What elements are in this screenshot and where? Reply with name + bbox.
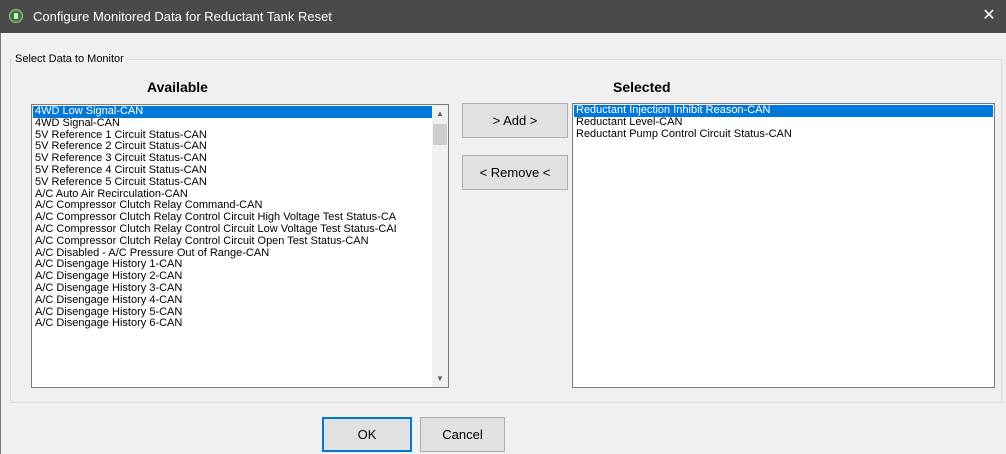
window-title: Configure Monitored Data for Reductant T…: [33, 9, 332, 24]
scroll-up-arrow-icon[interactable]: ▲: [432, 105, 448, 122]
cancel-button[interactable]: Cancel: [420, 417, 505, 452]
app-icon: [9, 9, 23, 23]
list-item[interactable]: 5V Reference 3 Circuit Status-CAN: [33, 153, 432, 165]
available-heading: Available: [147, 79, 208, 95]
selected-list[interactable]: Reductant Injection Inhibit Reason-CAN Re…: [572, 103, 995, 388]
list-item[interactable]: A/C Disengage History 2-CAN: [33, 271, 432, 283]
list-item[interactable]: Reductant Injection Inhibit Reason-CAN: [574, 105, 993, 117]
list-item[interactable]: A/C Disengage History 6-CAN: [33, 318, 432, 330]
selected-items: Reductant Injection Inhibit Reason-CAN Re…: [574, 105, 993, 140]
list-item[interactable]: 5V Reference 2 Circuit Status-CAN: [33, 141, 432, 153]
group-legend: Select Data to Monitor: [13, 53, 126, 65]
window-border: [0, 33, 1, 454]
list-item[interactable]: A/C Disengage History 1-CAN: [33, 259, 432, 271]
list-item[interactable]: 5V Reference 4 Circuit Status-CAN: [33, 165, 432, 177]
list-item[interactable]: A/C Disabled - A/C Pressure Out of Range…: [33, 248, 432, 260]
selected-heading: Selected: [613, 79, 671, 95]
list-item[interactable]: A/C Compressor Clutch Relay Control Circ…: [33, 212, 432, 224]
list-item[interactable]: A/C Compressor Clutch Relay Control Circ…: [33, 236, 432, 248]
close-button[interactable]: ✕: [976, 4, 1002, 28]
list-item[interactable]: 5V Reference 1 Circuit Status-CAN: [33, 130, 432, 142]
list-item[interactable]: Reductant Pump Control Circuit Status-CA…: [574, 129, 993, 141]
list-item[interactable]: 5V Reference 5 Circuit Status-CAN: [33, 177, 432, 189]
list-item[interactable]: A/C Auto Air Recirculation-CAN: [33, 189, 432, 201]
available-list[interactable]: 4WD Low Signal-CAN 4WD Signal-CAN 5V Refer…: [31, 104, 449, 388]
list-item[interactable]: A/C Compressor Clutch Relay Control Circ…: [33, 224, 432, 236]
title-bar: Configure Monitored Data for Reductant T…: [0, 0, 1006, 33]
list-item[interactable]: A/C Disengage History 5-CAN: [33, 307, 432, 319]
scroll-thumb[interactable]: [433, 124, 447, 145]
remove-button[interactable]: < Remove <: [462, 155, 568, 190]
scroll-down-arrow-icon[interactable]: ▼: [432, 370, 448, 387]
list-item[interactable]: A/C Disengage History 3-CAN: [33, 283, 432, 295]
ok-button[interactable]: OK: [322, 417, 412, 452]
list-item[interactable]: 4WD Low Signal-CAN: [33, 106, 432, 118]
list-item[interactable]: 4WD Signal-CAN: [33, 118, 432, 130]
list-item[interactable]: A/C Compressor Clutch Relay Command-CAN: [33, 200, 432, 212]
add-button[interactable]: > Add >: [462, 103, 568, 138]
list-item[interactable]: Reductant Level-CAN: [574, 117, 993, 129]
available-scrollbar[interactable]: ▲ ▼: [432, 105, 448, 387]
list-item[interactable]: A/C Disengage History 4-CAN: [33, 295, 432, 307]
available-items: 4WD Low Signal-CAN 4WD Signal-CAN 5V Refer…: [33, 106, 432, 330]
